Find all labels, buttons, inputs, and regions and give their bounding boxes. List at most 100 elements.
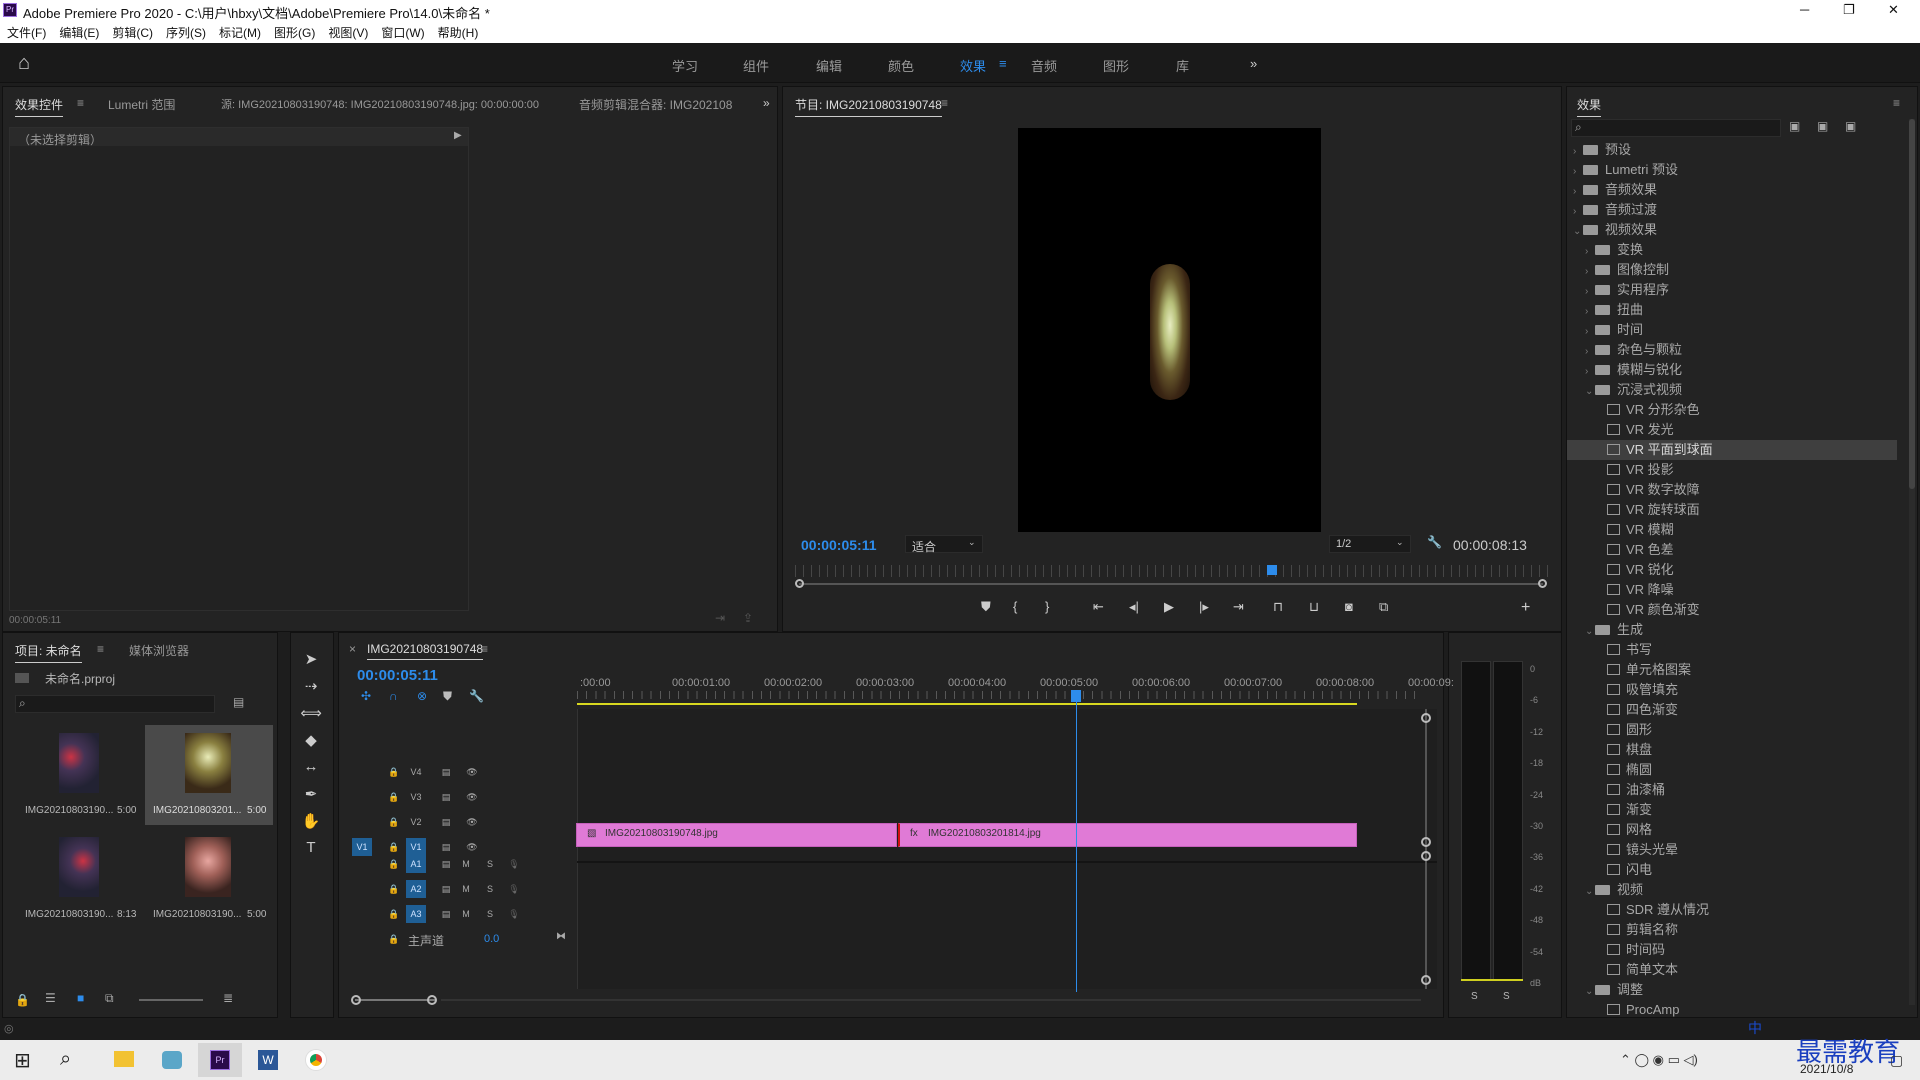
menu-marker[interactable]: 标记(M)	[212, 21, 267, 41]
word-taskbar-icon[interactable]: W	[246, 1043, 290, 1077]
audio-track-header[interactable]: 🔒 A2 ▤ M S 🎙	[340, 877, 575, 901]
lock-icon[interactable]: 🔒	[384, 855, 404, 873]
chevron-down-icon[interactable]: ⌄	[1585, 982, 1595, 1002]
windows-start-icon[interactable]: ⊞	[14, 1048, 31, 1073]
panel-overflow-icon[interactable]: »	[763, 96, 770, 110]
lock-icon[interactable]: 🔒	[384, 880, 404, 898]
chevron-right-icon[interactable]: ›	[1585, 242, 1595, 262]
chevron-right-icon[interactable]: ›	[1573, 202, 1583, 222]
close-sequence-icon[interactable]: ×	[349, 642, 356, 656]
effects-folder[interactable]: › 音频效果	[1567, 180, 1897, 200]
expand-arrow-icon[interactable]: ▶	[454, 130, 462, 141]
effect-item[interactable]: VR 平面到球面	[1567, 440, 1897, 460]
menu-graphics[interactable]: 图形(G)	[267, 21, 321, 41]
linked-selection-icon[interactable]: ⊗	[417, 689, 427, 703]
lift-icon[interactable]: ⊓	[1273, 599, 1283, 615]
zoom-slider[interactable]	[139, 999, 203, 1001]
export-audio-icon[interactable]: ⇥	[715, 611, 725, 625]
mute-button[interactable]: M	[456, 855, 476, 873]
go-to-out-icon[interactable]: ⇥	[1233, 599, 1244, 615]
horizontal-zoom-bar[interactable]	[355, 999, 435, 1001]
effects-folder[interactable]: ⌄ 视频	[1567, 880, 1897, 900]
zoom-handle-right[interactable]	[1538, 579, 1547, 588]
effect-item[interactable]: VR 投影	[1567, 460, 1897, 480]
program-menu-icon[interactable]: ≡	[941, 96, 948, 110]
chevron-right-icon[interactable]: ›	[1573, 162, 1583, 182]
menu-file[interactable]: 文件(F)	[0, 21, 52, 41]
solo-button[interactable]: S	[480, 905, 500, 923]
premiere-taskbar-icon[interactable]: Pr	[198, 1043, 242, 1077]
effect-item[interactable]: VR 数字故障	[1567, 480, 1897, 500]
video-frame[interactable]	[1018, 128, 1321, 532]
workspace-editing[interactable]: 编辑	[816, 56, 842, 75]
timeline-playhead[interactable]	[1076, 696, 1078, 992]
zoom-handle-left[interactable]	[351, 995, 361, 1005]
effect-item[interactable]: VR 锐化	[1567, 560, 1897, 580]
zoom-handle-left[interactable]	[795, 579, 804, 588]
effect-item[interactable]: VR 旋转球面	[1567, 500, 1897, 520]
project-item[interactable]: IMG20210803190... 5:00	[145, 829, 273, 929]
master-volume[interactable]: 0.0	[484, 933, 499, 945]
effect-item[interactable]: 简单文本	[1567, 960, 1897, 980]
workspace-libraries[interactable]: 库	[1176, 56, 1189, 75]
new-bin-icon[interactable]: ▤	[233, 695, 244, 709]
effect-item[interactable]: VR 颜色渐变	[1567, 600, 1897, 620]
lock-icon[interactable]: 🔒	[15, 993, 30, 1007]
add-button-icon[interactable]: +	[1521, 599, 1530, 617]
master-track-header[interactable]: 🔒 主声道 0.0 ⧓	[340, 927, 575, 951]
horizontal-scroll-track[interactable]	[441, 999, 1421, 1001]
chevron-right-icon[interactable]: ›	[1585, 362, 1595, 382]
effect-item[interactable]: VR 分形杂色	[1567, 400, 1897, 420]
menu-sequence[interactable]: 序列(S)	[159, 21, 212, 41]
effect-item[interactable]: 渐变	[1567, 800, 1897, 820]
play-icon[interactable]: ▶	[1164, 599, 1174, 615]
project-item-selected[interactable]: IMG20210803201... 5:00	[145, 725, 273, 825]
effects-folder[interactable]: › 图像控制	[1567, 260, 1897, 280]
go-to-end-icon[interactable]: ⧓	[556, 931, 566, 942]
mic-icon[interactable]: 🎙	[504, 905, 524, 923]
ime-indicator[interactable]: 中	[1748, 1018, 1762, 1038]
razor-tool-icon[interactable]: ◆	[296, 731, 326, 755]
effects-scrollbar-thumb[interactable]	[1909, 119, 1915, 489]
effects-folder[interactable]: ⌄ 生成	[1567, 620, 1897, 640]
work-area-bar[interactable]	[577, 703, 1357, 705]
panel-menu-icon[interactable]: ≡	[77, 96, 84, 110]
effects-folder[interactable]: › 杂色与颗粒	[1567, 340, 1897, 360]
track-name[interactable]: V4	[406, 763, 426, 781]
film-icon[interactable]: ▤	[436, 763, 456, 781]
eye-icon[interactable]: 👁	[462, 813, 482, 831]
extract-icon[interactable]: ⊔	[1309, 599, 1319, 615]
effect-item[interactable]: VR 模糊	[1567, 520, 1897, 540]
tab-lumetri-scopes[interactable]: Lumetri 范围	[108, 96, 175, 113]
effect-item[interactable]: VR 发光	[1567, 420, 1897, 440]
track-name[interactable]: V3	[406, 788, 426, 806]
workspace-menu-icon[interactable]: ≡	[999, 56, 1007, 71]
home-icon[interactable]: ⌂	[18, 52, 30, 75]
effect-item[interactable]: 棋盘	[1567, 740, 1897, 760]
effect-item[interactable]: 油漆桶	[1567, 780, 1897, 800]
timeline-settings-icon[interactable]: 🔧	[469, 689, 484, 703]
vertical-scrollbar[interactable]	[1425, 709, 1427, 989]
chevron-right-icon[interactable]: ›	[1573, 142, 1583, 162]
workspace-assembly[interactable]: 组件	[743, 56, 769, 75]
lock-icon[interactable]: 🔒	[384, 905, 404, 923]
go-to-in-icon[interactable]: ⇤	[1093, 599, 1104, 615]
effect-item[interactable]: 椭圆	[1567, 760, 1897, 780]
effect-item[interactable]: SDR 遵从情况	[1567, 900, 1897, 920]
effect-item[interactable]: 网格	[1567, 820, 1897, 840]
track-name[interactable]: A3	[406, 905, 426, 923]
chevron-right-icon[interactable]: ›	[1585, 322, 1595, 342]
tab-project[interactable]: 项目: 未命名	[15, 642, 82, 663]
chevron-right-icon[interactable]: ›	[1585, 262, 1595, 282]
eye-icon[interactable]: 👁	[462, 788, 482, 806]
zoom-scrollbar[interactable]	[799, 583, 1543, 585]
close-button[interactable]: ✕	[1888, 2, 1899, 18]
effect-item[interactable]: 镜头光晕	[1567, 840, 1897, 860]
fit-dropdown[interactable]: 适合 ⌄	[905, 535, 983, 554]
tab-audio-clip-mixer[interactable]: 音频剪辑混合器: IMG202108	[579, 96, 741, 113]
effects-folder[interactable]: › 模糊与锐化	[1567, 360, 1897, 380]
program-timecode[interactable]: 00:00:05:11	[801, 537, 877, 553]
project-search-input[interactable]: ⌕	[15, 695, 215, 713]
video-track-header[interactable]: 🔒 V4 ▤ 👁	[340, 760, 575, 784]
film-icon[interactable]: ▤	[436, 813, 456, 831]
